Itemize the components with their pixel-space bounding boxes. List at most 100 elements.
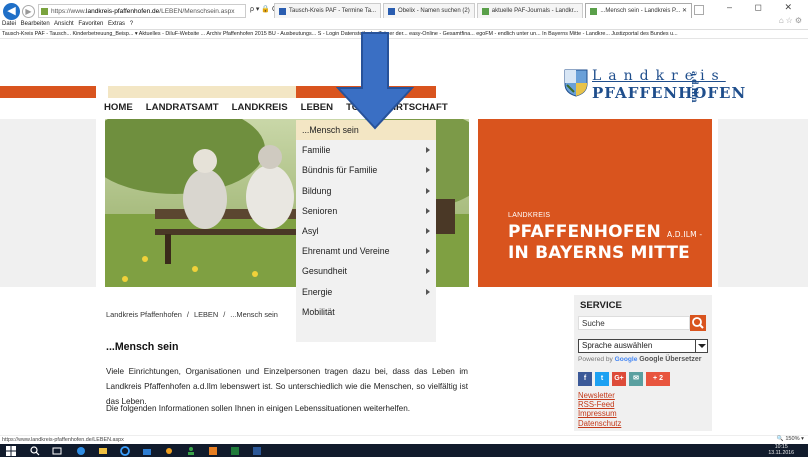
logo-text-bottom: PFAFFENHOFEN [592,84,747,102]
photos-icon[interactable] [208,446,218,456]
tab-label: aktuelle PAF-Journals - Landkr... [491,8,579,14]
tab-favicon-icon [279,7,286,15]
browser-tab[interactable]: ...Mensch sein - Landkreis P... ✕ [585,3,692,18]
chevron-right-icon [426,187,430,194]
browser-tab[interactable]: aktuelle PAF-Journals - Landkr... [476,3,584,18]
hero-line-1-text: PFAFFENHOFEN [508,222,661,242]
clock-date: 13.11.2016 [768,449,794,456]
share-count-button[interactable]: + 2 [646,372,670,386]
nav-item-landkreis[interactable]: LANDKREIS [232,100,288,116]
nav-item-home[interactable]: HOME [104,100,133,116]
dropdown-item-label: Energie [302,286,333,297]
dropdown-item-label: Mobilität [302,306,335,317]
chevron-right-icon [426,167,430,174]
people-icon[interactable] [186,446,196,456]
chevron-right-icon [426,227,430,234]
dropdown-item-label: Gesundheit [302,266,347,277]
site-logo[interactable]: Landkreis PFAFFENHOFEN a.d.Ilm [558,66,745,106]
store-icon[interactable] [142,446,152,456]
coat-of-arms-icon [564,69,588,97]
facebook-icon[interactable]: f [578,372,592,386]
powered-by-google: Powered by Google Google Übersetzer [578,356,701,363]
page-title: ...Mensch sein [106,341,179,353]
chevron-down-icon [695,340,707,352]
link-datenschutz[interactable]: Datenschutz [578,419,621,428]
link-impressum[interactable]: Impressum [578,409,621,418]
settings-gear-icon[interactable] [164,446,174,456]
tab-strip: Tausch-Kreis PAF - Termine Ta... Obelix -… [274,3,704,19]
search-icon[interactable] [30,446,40,456]
search-button[interactable] [690,315,706,331]
edge-icon[interactable] [76,446,86,456]
hero-small-label: LANDKREIS [508,212,551,219]
tab-favicon-icon [481,7,489,15]
dropdown-item[interactable]: Gesundheit [296,261,436,281]
service-box: SERVICE Suche Sprache auswählen Powered … [574,295,712,431]
system-clock[interactable]: 10:15 13.11.2016 [768,444,794,456]
link-newsletter[interactable]: Newsletter [578,391,621,400]
browser-tab[interactable]: Obelix - Namen suchen (2) [383,3,475,18]
dropdown-item-label: Asyl [302,225,319,236]
hero-line-1: PFAFFENHOFEN A.D.ILM - [508,222,702,242]
dropdown-item-label: Bündnis für Familie [302,165,378,176]
mail-icon[interactable]: ✉ [629,372,643,386]
breadcrumb: Landkreis Pfaffenhofen / LEBEN / ...Mensch s… [106,310,278,319]
search-input[interactable]: Suche [578,316,690,330]
google-translate-link[interactable]: Google Übersetzer [639,356,701,363]
dropdown-item[interactable]: Energie [296,282,436,302]
dropdown-item[interactable]: Ehrenamt und Vereine [296,241,436,261]
logo-text-top: Landkreis [592,68,726,84]
back-button[interactable]: ◀ [3,3,20,20]
breadcrumb-separator: / [186,310,189,319]
tab-label: Obelix - Namen suchen (2) [398,8,470,14]
google-logo-text: Google [614,356,638,363]
tab-favicon-icon [590,7,598,15]
address-bar[interactable]: https://www.landkreis-pfaffenhofen.de/LE… [38,4,246,18]
file-explorer-icon[interactable] [98,446,108,456]
chevron-right-icon [426,268,430,275]
dropdown-item[interactable]: Mobilität [296,302,436,322]
tab-label: Tausch-Kreis PAF - Termine Ta... [289,8,377,14]
breadcrumb-item-home[interactable]: Landkreis Pfaffenhofen [106,310,182,319]
forward-button[interactable]: ▶ [22,5,35,18]
new-tab-button[interactable] [693,5,704,15]
site-favicon-icon [41,8,48,15]
chevron-right-icon [426,288,430,295]
accent-bar-left [0,86,96,98]
dropdown-item[interactable]: Asyl [296,221,436,241]
google-plus-icon[interactable]: G+ [612,372,626,386]
dropdown-item[interactable]: Bündnis für Familie [296,160,436,180]
hero-side-right [718,119,808,287]
dropdown-item[interactable]: Bildung [296,181,436,201]
leben-dropdown-menu: ...Mensch sein Familie Bündnis für Familie… [296,120,436,342]
dropdown-item-label: Bildung [302,185,332,196]
language-select[interactable]: Sprache auswählen [578,339,708,353]
tab-favicon-icon [388,7,396,15]
browser-tab[interactable]: Tausch-Kreis PAF - Termine Ta... [274,3,382,18]
accent-bar-beige [108,86,296,98]
hero-line-2: IN BAYERNS MITTE [508,243,690,263]
dropdown-item[interactable]: Senioren [296,201,436,221]
breadcrumb-item-leben[interactable]: LEBEN [194,310,218,319]
task-view-icon[interactable] [52,446,62,456]
social-buttons: f t G+ ✉ + 2 [578,372,670,386]
excel-icon[interactable] [230,446,240,456]
breadcrumb-separator: / [223,310,226,319]
zoom-level[interactable]: 🔍 150% ▾ [777,435,804,443]
status-bar-url: https://www.landkreis-pfaffenhofen.de/LE… [0,435,808,443]
link-rss-feed[interactable]: RSS-Feed [578,400,621,409]
hero-side-left [0,119,96,287]
internet-explorer-icon[interactable] [120,446,130,456]
dropdown-item[interactable]: Familie [296,140,436,160]
hero-line-1-suffix: A.D.ILM - [667,230,703,239]
nav-item-leben[interactable]: LEBEN [301,100,334,116]
home-star-gear-icons[interactable]: ⌂☆⚙ [779,16,804,25]
menu-bar[interactable]: Datei Bearbeiten Ansicht Favoriten Extra… [2,21,133,27]
word-icon[interactable] [252,446,262,456]
service-title: SERVICE [580,300,622,311]
nav-item-landratsamt[interactable]: LANDRATSAMT [146,100,219,116]
twitter-icon[interactable]: t [595,372,609,386]
window-controls[interactable]: – ◻ ✕ [727,2,802,13]
tab-label: ...Mensch sein - Landkreis P... ✕ [600,8,687,14]
windows-start-icon[interactable] [6,446,16,456]
